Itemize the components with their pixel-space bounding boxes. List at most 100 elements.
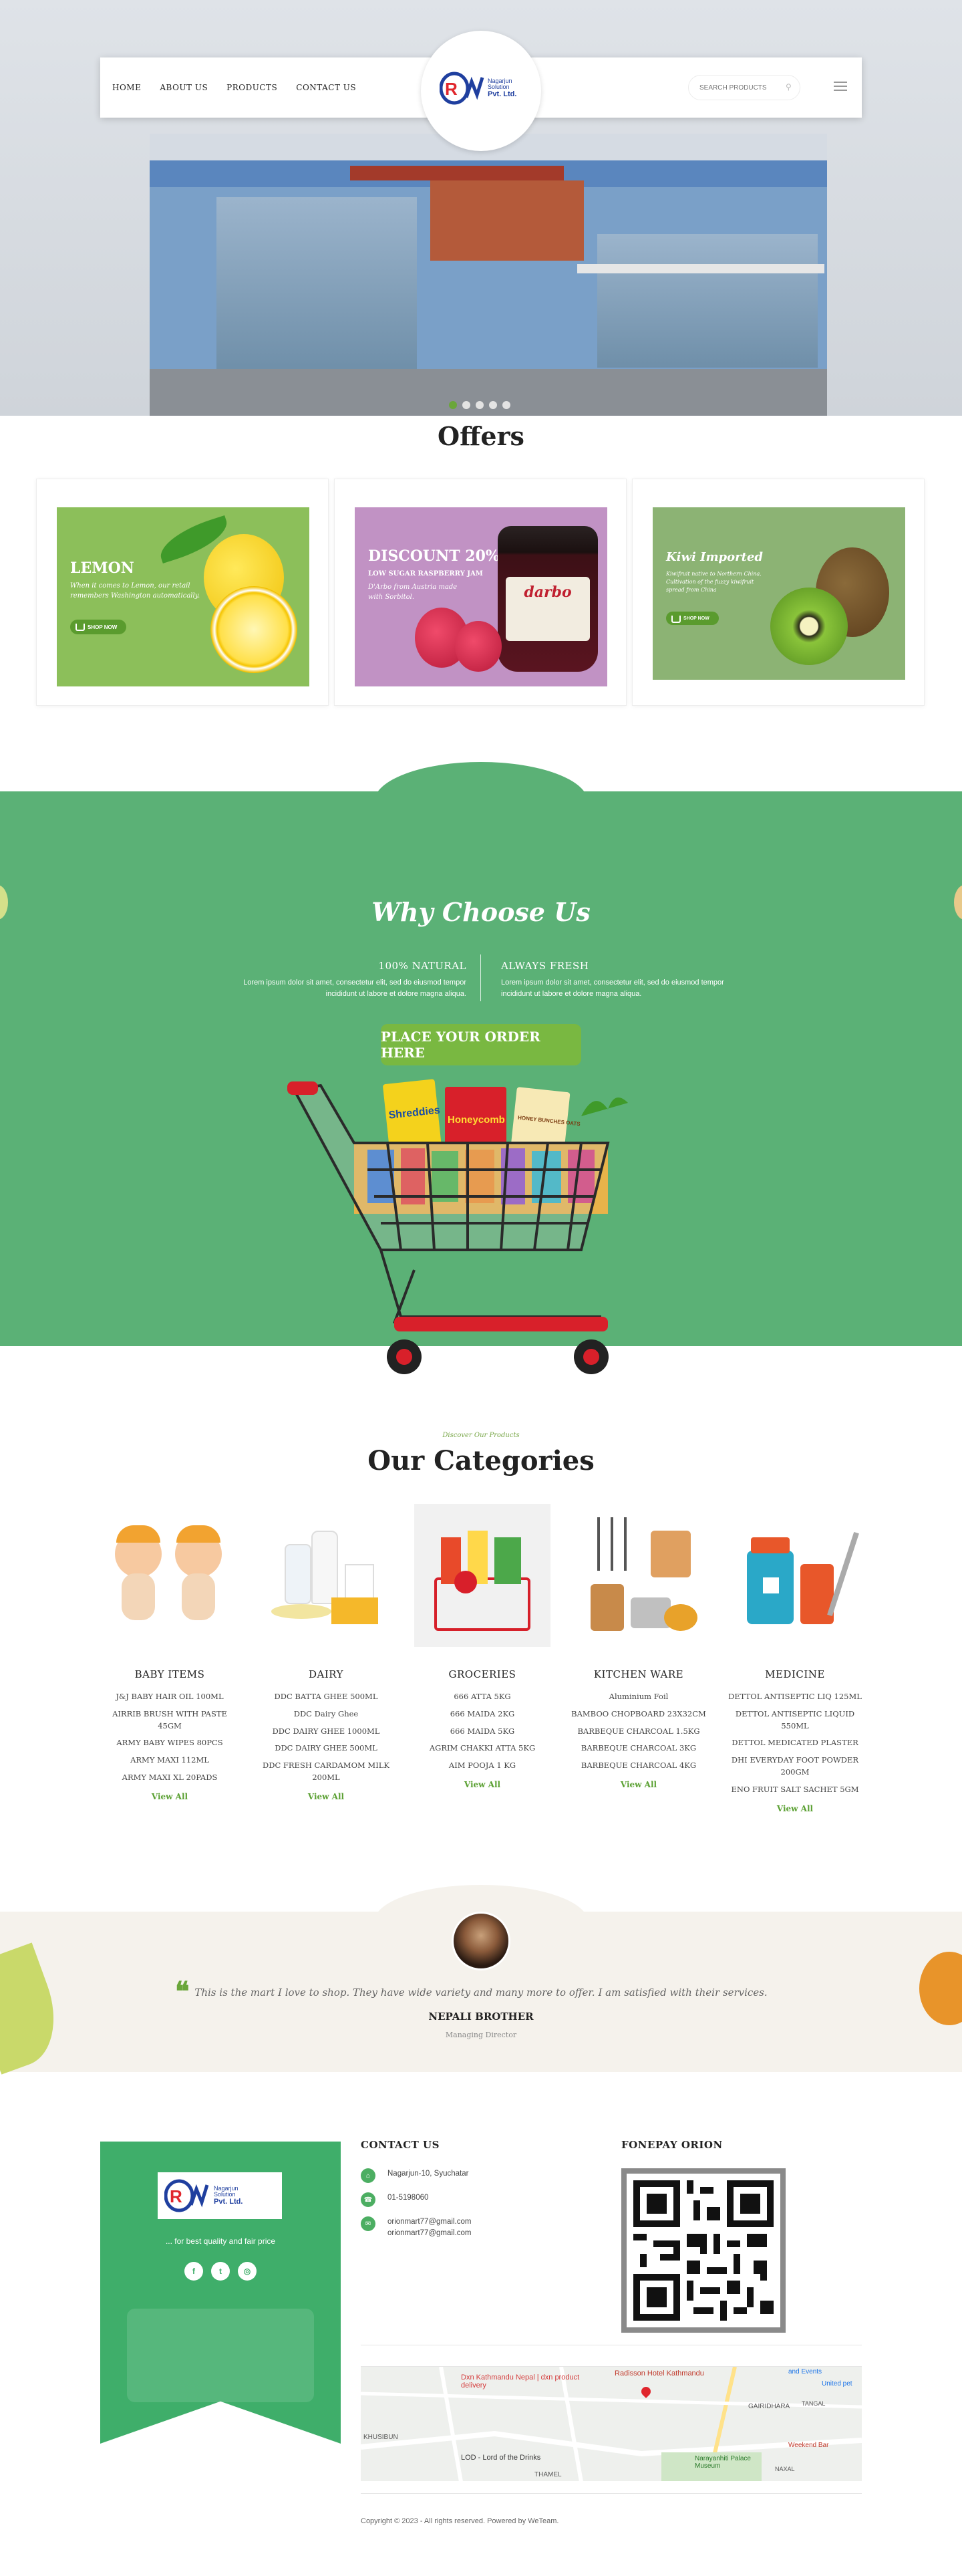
- product-item[interactable]: BARBEQUE CHARCOAL 4KG: [565, 1760, 712, 1772]
- product-item[interactable]: Aluminium Foil: [565, 1691, 712, 1703]
- footer-brand-panel: R Nagarjun Solution Pvt. Ltd.: [100, 2142, 341, 2444]
- why-title: Why Choose Us: [371, 897, 591, 927]
- testimonial-role: Managing Director: [445, 2031, 517, 2039]
- search-input[interactable]: [688, 75, 800, 100]
- map-label[interactable]: Dxn Kathmandu Nepal | dxn product delive…: [461, 2373, 595, 2390]
- contact-phone: ☎ 01-5198060: [361, 2192, 428, 2207]
- location-map[interactable]: Dxn Kathmandu Nepal | dxn product delive…: [361, 2366, 862, 2481]
- offer-card-kiwi[interactable]: Kiwi Imported Kiwifruit native to Northe…: [632, 479, 925, 706]
- contact-email: ✉ orionmart77@gmail.com orionmart77@gmail…: [361, 2216, 471, 2240]
- view-all-link[interactable]: View All: [308, 1792, 344, 1801]
- email-text[interactable]: orionmart77@gmail.com: [387, 2216, 471, 2228]
- logo-badge[interactable]: R Nagarjun Solution Pvt. Ltd.: [421, 31, 541, 151]
- hamburger-menu-icon[interactable]: [834, 82, 847, 92]
- kitchen-ware-image[interactable]: [571, 1504, 707, 1647]
- phone-text[interactable]: 01-5198060: [387, 2192, 428, 2207]
- product-item[interactable]: DDC Dairy Ghee: [253, 1708, 399, 1720]
- home-icon: ⌂: [361, 2168, 375, 2183]
- product-item[interactable]: 666 ATTA 5KG: [409, 1691, 556, 1703]
- view-all-link[interactable]: View All: [777, 1804, 813, 1813]
- product-item[interactable]: DHI EVERYDAY FOOT POWDER 200GM: [722, 1755, 868, 1779]
- slider-dot[interactable]: [502, 401, 510, 409]
- category-name: BABY ITEMS: [134, 1668, 205, 1680]
- twitter-icon[interactable]: t: [211, 2262, 230, 2281]
- category-kitchen-ware[interactable]: KITCHEN WARE Aluminium Foil BAMBOO CHOPB…: [565, 1504, 712, 1790]
- shop-now-button[interactable]: SHOP NOW: [70, 620, 127, 634]
- product-item[interactable]: BAMBOO CHOPBOARD 23X32CM: [565, 1708, 712, 1720]
- baby-items-image[interactable]: [102, 1504, 238, 1647]
- svg-text:R: R: [170, 2186, 182, 2206]
- product-item[interactable]: DDC BATTA GHEE 500ML: [253, 1691, 399, 1703]
- groceries-image[interactable]: [414, 1504, 550, 1647]
- jam-label: darbo: [506, 577, 590, 641]
- category-dairy[interactable]: DAIRY DDC BATTA GHEE 500ML DDC Dairy Ghe…: [253, 1504, 399, 1802]
- contact-address: ⌂ Nagarjun-10, Syuchatar: [361, 2168, 468, 2183]
- store-photo: [150, 134, 827, 416]
- slider-dot[interactable]: [449, 401, 457, 409]
- product-item[interactable]: AGRIM CHAKKI ATTA 5KG: [409, 1743, 556, 1755]
- product-item[interactable]: DETTOL ANTISEPTIC LIQUID 550ML: [722, 1708, 868, 1732]
- product-item[interactable]: 666 MAIDA 2KG: [409, 1708, 556, 1720]
- site-logo[interactable]: R Nagarjun Solution Pvt. Ltd.: [440, 68, 516, 108]
- product-item[interactable]: AIRRIB BRUSH WITH PASTE 45GM: [96, 1708, 243, 1732]
- slider-dot[interactable]: [476, 401, 484, 409]
- footer-logo[interactable]: R Nagarjun Solution Pvt. Ltd.: [164, 2176, 243, 2216]
- map-label: GAIRIDHARA: [748, 2403, 790, 2410]
- slider-dots[interactable]: [449, 401, 510, 409]
- product-item[interactable]: DDC DAIRY GHEE 1000ML: [253, 1726, 399, 1738]
- offer-card-lemon[interactable]: LEMON When it comes to Lemon, our retail…: [36, 479, 329, 706]
- categories-title: Our Categories: [0, 1445, 962, 1476]
- map-label[interactable]: United pet: [822, 2380, 852, 2388]
- product-item[interactable]: DDC FRESH CARDAMOM MILK 200ML: [253, 1760, 399, 1784]
- email-text[interactable]: orionmart77@gmail.com: [387, 2228, 471, 2239]
- product-item[interactable]: ARMY MAXI 112ML: [96, 1755, 243, 1767]
- instagram-icon[interactable]: ◎: [238, 2262, 257, 2281]
- shop-now-button[interactable]: SHOP NOW: [666, 612, 719, 625]
- map-label[interactable]: Radisson Hotel Kathmandu: [615, 2369, 708, 2377]
- dairy-image[interactable]: [258, 1504, 394, 1647]
- place-order-button[interactable]: PLACE YOUR ORDER HERE: [381, 1024, 581, 1065]
- category-medicine[interactable]: MEDICINE DETTOL ANTISEPTIC LIQ 125ML DET…: [722, 1504, 868, 1814]
- category-groceries[interactable]: GROCERIES 666 ATTA 5KG 666 MAIDA 2KG 666…: [409, 1504, 556, 1790]
- view-all-link[interactable]: View All: [621, 1780, 657, 1789]
- nav-products[interactable]: PRODUCTS: [226, 83, 277, 92]
- address-text: Nagarjun-10, Syuchatar: [387, 2170, 469, 2178]
- map-label[interactable]: Narayanhiti Palace Museum: [695, 2455, 768, 2470]
- product-item[interactable]: 666 MAIDA 5KG: [409, 1726, 556, 1738]
- product-item[interactable]: BARBEQUE CHARCOAL 3KG: [565, 1743, 712, 1755]
- search-icon[interactable]: ⚲: [786, 82, 795, 92]
- nav-home[interactable]: HOME: [112, 83, 141, 92]
- category-products: J&J BABY HAIR OIL 100ML AIRRIB BRUSH WIT…: [96, 1691, 243, 1784]
- medicine-image[interactable]: [727, 1504, 863, 1647]
- offer-banner-jam[interactable]: DISCOUNT 20% LOW SUGAR RASPBERRY JAM D'A…: [355, 507, 607, 686]
- map-label[interactable]: Weekend Bar: [788, 2442, 828, 2449]
- product-item[interactable]: J&J BABY HAIR OIL 100ML: [96, 1691, 243, 1703]
- why-divider: [480, 954, 481, 1001]
- slider-dot[interactable]: [462, 401, 470, 409]
- facebook-icon[interactable]: f: [184, 2262, 203, 2281]
- phone-icon: ☎: [361, 2192, 375, 2207]
- footer-logo-box[interactable]: R Nagarjun Solution Pvt. Ltd.: [158, 2172, 282, 2219]
- view-all-link[interactable]: View All: [152, 1792, 188, 1801]
- product-item[interactable]: ENO FRUIT SALT SACHET 5GM: [722, 1784, 868, 1796]
- product-item[interactable]: DETTOL MEDICATED PLASTER: [722, 1737, 868, 1749]
- product-item[interactable]: DDC DAIRY GHEE 500ML: [253, 1743, 399, 1755]
- offer-banner-lemon[interactable]: LEMON When it comes to Lemon, our retail…: [57, 507, 309, 686]
- nav-contact[interactable]: CONTACT US: [296, 83, 356, 92]
- product-item[interactable]: BARBEQUE CHARCOAL 1.5KG: [565, 1726, 712, 1738]
- view-all-link[interactable]: View All: [464, 1780, 500, 1789]
- nav-about[interactable]: ABOUT US: [160, 83, 208, 92]
- offer-banner-kiwi[interactable]: Kiwi Imported Kiwifruit native to Northe…: [653, 507, 905, 680]
- why-col-title: 100% NATURAL: [378, 960, 466, 972]
- offer-card-jam[interactable]: DISCOUNT 20% LOW SUGAR RASPBERRY JAM D'A…: [334, 479, 627, 706]
- product-item[interactable]: ARMY MAXI XL 20PADS: [96, 1772, 243, 1784]
- offers-title: Offers: [438, 421, 524, 451]
- product-item[interactable]: AIM POOJA 1 KG: [409, 1760, 556, 1772]
- cart-wheels: [387, 1317, 609, 1374]
- slider-dot[interactable]: [489, 401, 497, 409]
- cart-handle: [287, 1081, 318, 1095]
- map-label[interactable]: LOD - Lord of the Drinks: [461, 2454, 540, 2462]
- product-item[interactable]: ARMY BABY WIPES 80PCS: [96, 1737, 243, 1749]
- product-item[interactable]: DETTOL ANTISEPTIC LIQ 125ML: [722, 1691, 868, 1703]
- category-baby-items[interactable]: BABY ITEMS J&J BABY HAIR OIL 100ML AIRRI…: [96, 1504, 243, 1802]
